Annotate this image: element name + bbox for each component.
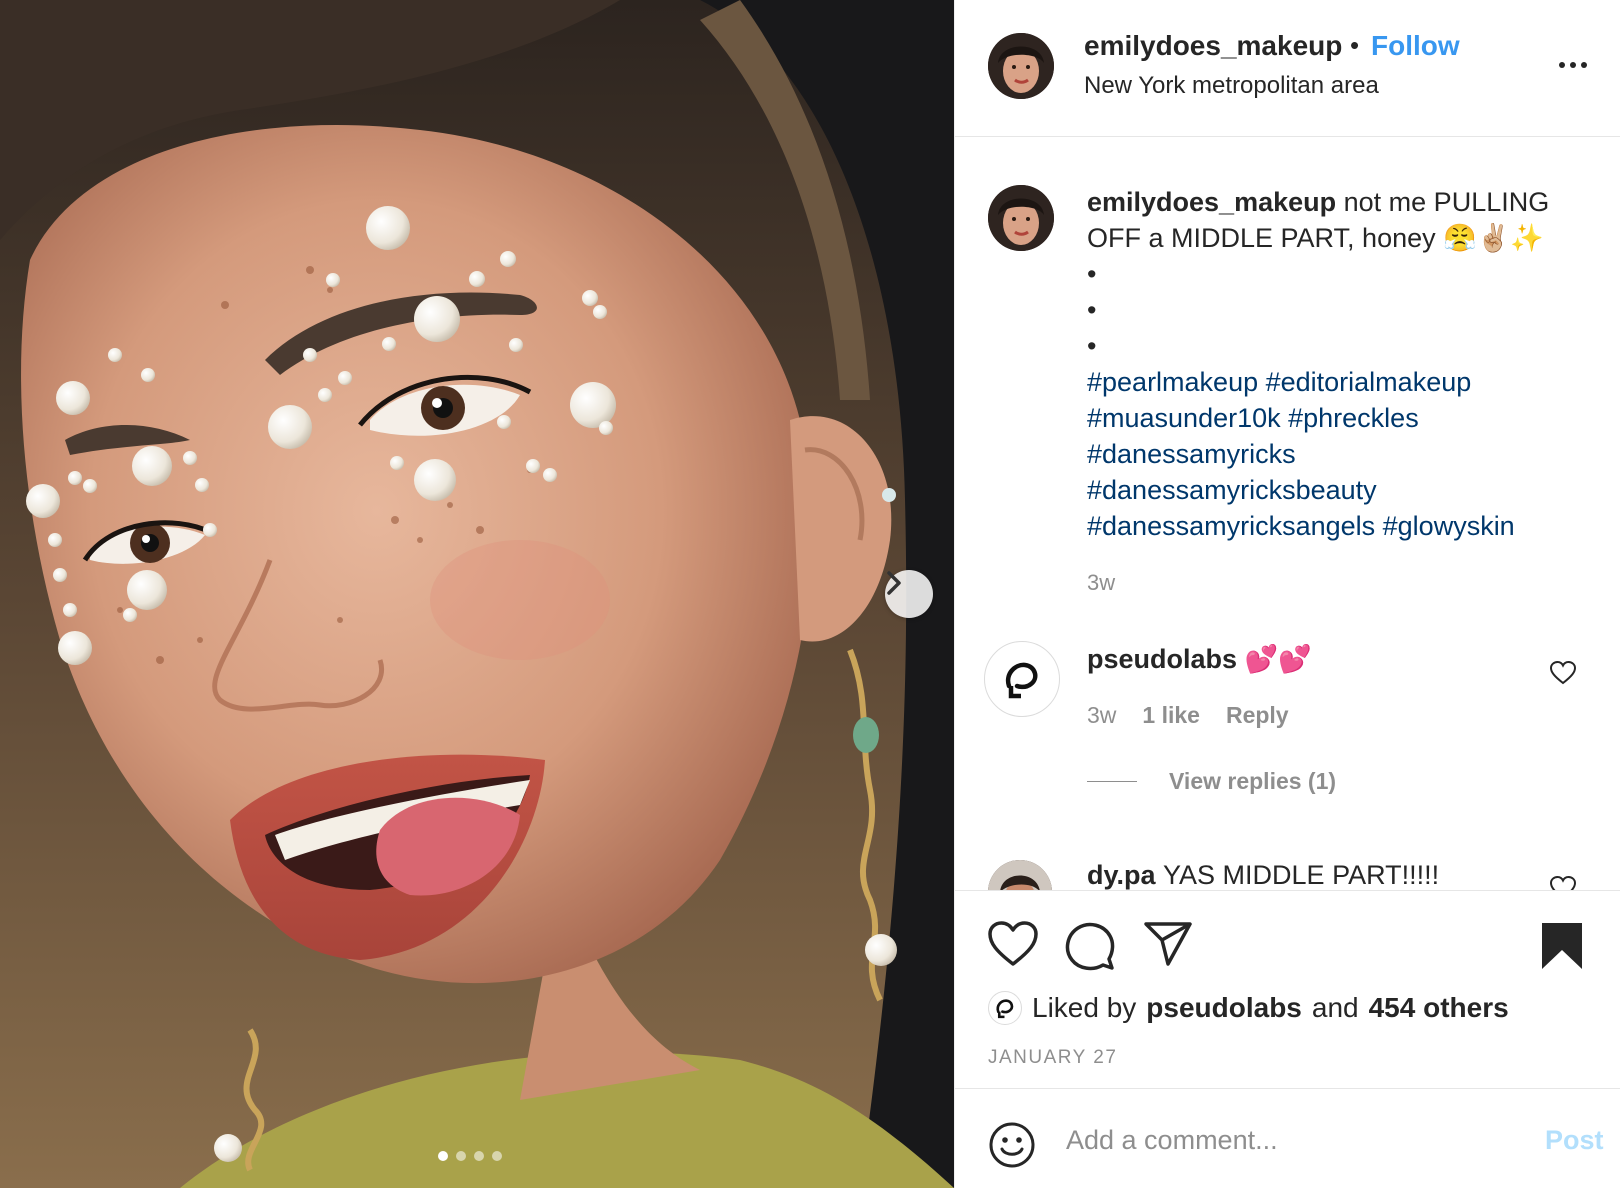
- post-comment-button[interactable]: Post: [1545, 1125, 1604, 1156]
- caption-hashtags[interactable]: #pearlmakeup #editorialmakeup #muasunder…: [1087, 367, 1515, 541]
- next-image-button[interactable]: [885, 570, 933, 618]
- commenter-avatar[interactable]: [988, 860, 1052, 890]
- avatar-image: [988, 33, 1054, 99]
- carousel-indicator: [438, 1151, 502, 1161]
- comment-icon[interactable]: [1065, 921, 1115, 971]
- post-side-panel: emilydoes_makeup • Follow New York metro…: [954, 0, 1620, 1188]
- comment-heart-icon[interactable]: [1550, 661, 1576, 685]
- post-header: emilydoes_makeup • Follow New York metro…: [955, 0, 1620, 137]
- follow-button[interactable]: Follow: [1371, 30, 1460, 62]
- comment-text: YAS MIDDLE PART!!!!!: [1163, 860, 1440, 890]
- view-replies-button[interactable]: View replies (1): [1087, 768, 1336, 795]
- comment-time: 3w: [1087, 702, 1117, 728]
- more-dot: [1559, 62, 1565, 68]
- add-comment-bar: Post: [955, 1088, 1620, 1188]
- caption-username[interactable]: emilydoes_makeup: [1087, 187, 1336, 217]
- liked-by-others[interactable]: 454 others: [1369, 992, 1509, 1024]
- comment-meta: 3w 1 like Reply: [1087, 702, 1289, 729]
- caption-bullet: •: [1087, 259, 1097, 289]
- comment-likes[interactable]: 1 like: [1142, 702, 1200, 729]
- post-image: [0, 0, 954, 1188]
- caption-author-avatar[interactable]: [988, 185, 1054, 251]
- bookmark-icon[interactable]: [1540, 921, 1584, 971]
- replies-divider: [1087, 781, 1137, 782]
- post-location[interactable]: New York metropolitan area: [1084, 72, 1379, 100]
- comment-input[interactable]: [1066, 1117, 1496, 1163]
- avatar-image: [988, 860, 1052, 890]
- more-horizontal-icon[interactable]: [1559, 62, 1587, 68]
- header-separator: •: [1350, 30, 1360, 60]
- post-date[interactable]: JANUARY 27: [988, 1047, 1117, 1069]
- carousel-dot: [456, 1151, 466, 1161]
- chevron-right-icon: [887, 571, 901, 595]
- comment-username: dy.pa YAS MIDDLE PART!!!!!: [1087, 860, 1439, 890]
- comments-scroll-area[interactable]: emilydoes_makeup not me PULLING OFF a MI…: [955, 138, 1620, 890]
- commenter-avatar[interactable]: [984, 641, 1060, 717]
- caption-bullet: •: [1087, 295, 1097, 325]
- comment-heart-icon[interactable]: [1550, 876, 1576, 890]
- comment-username: pseudolabs 💕💕: [1087, 643, 1312, 675]
- comment-username-link[interactable]: dy.pa: [1087, 860, 1156, 890]
- carousel-dot: [492, 1151, 502, 1161]
- liker-avatar[interactable]: [988, 991, 1022, 1025]
- likes-summary: Liked by pseudolabs and 454 others: [988, 991, 1509, 1025]
- pseudolabs-logo-icon: [996, 999, 1014, 1019]
- pseudolabs-logo-icon: [1005, 662, 1038, 699]
- view-replies-label: View replies (1): [1169, 768, 1337, 794]
- reply-button[interactable]: Reply: [1226, 702, 1289, 729]
- liked-by-prefix: Liked by: [1032, 992, 1137, 1023]
- caption-time: 3w: [1087, 570, 1116, 595]
- comment-text: 💕💕: [1244, 644, 1312, 674]
- liked-by-and: and: [1311, 992, 1359, 1023]
- caption-bullet: •: [1087, 331, 1097, 361]
- comment-username-link[interactable]: pseudolabs: [1087, 644, 1237, 674]
- liked-by-user[interactable]: pseudolabs: [1146, 992, 1302, 1024]
- carousel-dot: [438, 1151, 448, 1161]
- avatar-image: [988, 185, 1054, 251]
- more-dot: [1570, 62, 1576, 68]
- heart-icon[interactable]: [988, 921, 1038, 967]
- author-avatar[interactable]: [988, 33, 1054, 99]
- emoji-icon[interactable]: [988, 1121, 1036, 1169]
- post-photo[interactable]: [0, 0, 954, 1188]
- share-icon[interactable]: [1143, 921, 1193, 967]
- more-dot: [1581, 62, 1587, 68]
- caption-body: emilydoes_makeup not me PULLING OFF a MI…: [1087, 184, 1587, 544]
- author-username[interactable]: emilydoes_makeup: [1084, 30, 1342, 62]
- carousel-dot: [474, 1151, 484, 1161]
- post-actions: Liked by pseudolabs and 454 others JANUA…: [955, 890, 1620, 1088]
